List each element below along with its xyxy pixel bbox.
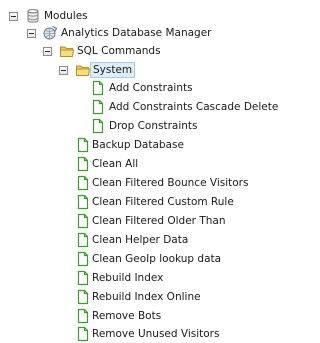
tree-node-label: Clean All (92, 158, 139, 170)
tree-node-command[interactable]: Clean Helper Data (0, 232, 200, 248)
tree-node-label: Modules (44, 10, 88, 22)
tree-node-command[interactable]: Rebuild Index Online (0, 289, 201, 305)
tree-node-command[interactable]: Remove Bots (0, 308, 200, 324)
document-icon (90, 99, 106, 115)
folder-icon (75, 62, 91, 78)
tree-node-label: Add Constraints (109, 82, 193, 94)
tree-node-label: Clean GeoIp lookup data (92, 253, 222, 265)
tree-node-sql-commands[interactable]: SQL Commands (0, 43, 161, 59)
tree-node-command[interactable]: Clean Filtered Older Than (0, 213, 267, 229)
module-tree: Modules Analytics Database Manager SQL C… (0, 0, 278, 343)
document-icon (75, 137, 91, 153)
tree-node-label: Clean Filtered Older Than (92, 215, 226, 227)
document-icon (75, 289, 91, 305)
tree-node-label: Remove Unused Visitors (92, 328, 220, 340)
tree-node-command[interactable]: Clean All (0, 156, 200, 172)
tree-node-label: Remove Bots (92, 310, 162, 322)
document-icon (75, 308, 91, 324)
tree-node-label: Add Constraints Cascade Delete (109, 101, 279, 113)
tree-node-add-constraints-cascade-delete[interactable]: Add Constraints Cascade Delete (0, 99, 278, 115)
analytics-globe-icon (42, 25, 58, 41)
collapse-toggle-icon[interactable] (59, 66, 68, 75)
document-icon (75, 251, 91, 267)
document-icon (90, 118, 106, 134)
folder-icon (59, 43, 75, 59)
tree-node-label: Drop Constraints (109, 120, 198, 132)
tree-node-command[interactable]: Clean Filtered Custom Rule (0, 194, 267, 210)
tree-node-command[interactable]: Remove Unused Visitors (0, 326, 267, 342)
document-icon (75, 156, 91, 172)
tree-node-command[interactable]: Clean GeoIp lookup data (0, 251, 267, 267)
document-icon (75, 194, 91, 210)
collapse-toggle-icon[interactable] (9, 12, 18, 21)
modules-db-icon (25, 8, 41, 24)
tree-node-command[interactable]: Backup Database (0, 137, 200, 153)
document-icon (75, 213, 91, 229)
tree-node-label: Clean Filtered Custom Rule (92, 196, 234, 208)
tree-node-label: Backup Database (92, 139, 184, 151)
document-icon (75, 232, 91, 248)
document-icon (75, 326, 91, 342)
tree-node-label: Clean Filtered Bounce Visitors (92, 177, 249, 189)
tree-node-label: Rebuild Index (92, 272, 164, 284)
collapse-toggle-icon[interactable] (27, 29, 36, 38)
tree-node-command[interactable]: Rebuild Index (0, 270, 200, 286)
tree-node-label-selected: System (90, 62, 136, 78)
collapse-toggle-icon[interactable] (43, 47, 52, 56)
document-icon (75, 270, 91, 286)
tree-node-system[interactable]: System (0, 62, 140, 78)
tree-node-label: Analytics Database Manager (61, 27, 212, 39)
tree-node-modules[interactable]: Modules (0, 8, 120, 24)
tree-node-label: Clean Helper Data (92, 234, 189, 246)
tree-node-command[interactable]: Clean Filtered Bounce Visitors (0, 175, 267, 191)
tree-node-analytics-database-manager[interactable]: Analytics Database Manager (0, 25, 211, 41)
document-icon (75, 175, 91, 191)
tree-node-label: Rebuild Index Online (92, 291, 201, 303)
tree-node-drop-constraints[interactable]: Drop Constraints (0, 118, 200, 134)
document-icon (90, 80, 106, 96)
tree-node-add-constraints[interactable]: Add Constraints (0, 80, 200, 96)
tree-node-label: SQL Commands (77, 45, 161, 57)
